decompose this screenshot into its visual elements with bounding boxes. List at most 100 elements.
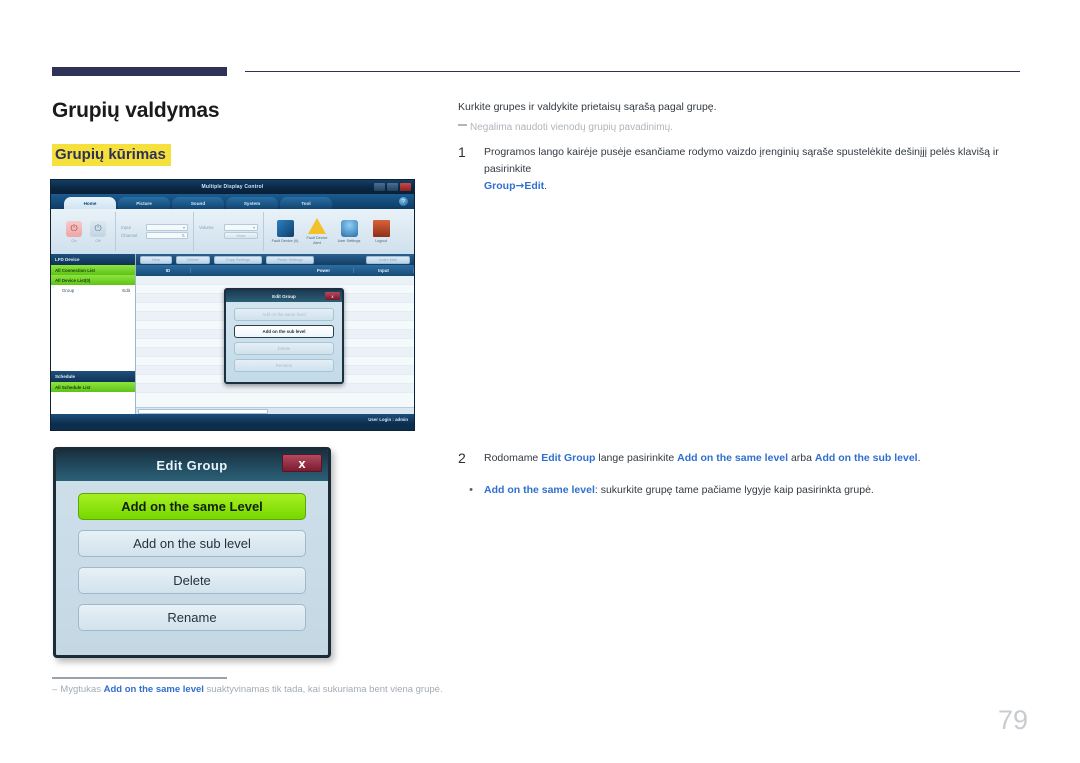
- tab-tool[interactable]: Tool: [280, 197, 332, 209]
- section-title: Grupių kūrimas: [52, 144, 171, 166]
- page-title: Grupių valdymas: [52, 99, 220, 122]
- table-row[interactable]: [136, 276, 414, 285]
- channel-stepper[interactable]: ⇅: [146, 232, 188, 239]
- tab-sound[interactable]: Sound: [172, 197, 224, 209]
- toolbar-copy-settings-button[interactable]: Copy Settings: [214, 255, 262, 264]
- step-2-text-4: .: [917, 452, 921, 464]
- inner-dialog-title-bar: Edit Group x: [226, 290, 342, 302]
- help-icon[interactable]: ?: [399, 197, 408, 206]
- status-user-login: User Login : admin: [368, 417, 408, 422]
- step-2-bold-3: Add on the sub level: [814, 452, 918, 464]
- power-on-icon[interactable]: ⏻: [66, 220, 82, 237]
- tab-system[interactable]: System: [226, 197, 278, 209]
- bullet-bold-1: Add on the same level: [484, 484, 595, 496]
- fault-device-alert-icon: [308, 218, 326, 235]
- user-settings-button[interactable]: User Settings: [335, 219, 363, 243]
- scrollbar-thumb[interactable]: [138, 408, 268, 414]
- fault-device-alert-button[interactable]: Fault Device Alert: [303, 218, 331, 245]
- add-on-same-level-button[interactable]: Add on the same Level: [78, 493, 306, 520]
- toolbar-delete-button[interactable]: Delete: [176, 255, 210, 264]
- sidebar-header-schedule[interactable]: Schedule: [51, 371, 135, 382]
- note-dash: [458, 124, 467, 126]
- column-header-power[interactable]: Power: [294, 268, 354, 273]
- sidebar-item-group[interactable]: Group Edit: [51, 285, 135, 296]
- sidebar-item-all-device-list[interactable]: All Device List(0): [51, 275, 135, 285]
- edit-group-dialog: Edit Group x Add on the same Level Add o…: [53, 447, 331, 658]
- logout-label: Logout: [375, 238, 387, 243]
- bullet-item-1: • Add on the same level: sukurkite grupę…: [458, 482, 1023, 500]
- step-1-text: Programos lango kairėje pusėje esančiame…: [484, 144, 1023, 195]
- toolbar-paste-settings-button[interactable]: Paste Settings: [266, 255, 314, 264]
- footnote-rule: [52, 677, 227, 679]
- inner-dialog-buttons: Add on the same level Add on the sub lev…: [226, 302, 342, 382]
- grid-column-headers: ID Power Input: [136, 265, 414, 276]
- column-header-id[interactable]: ID: [146, 268, 191, 273]
- mute-button[interactable]: Mute: [224, 232, 258, 239]
- step-1-link-group[interactable]: Group: [484, 180, 516, 192]
- logout-button[interactable]: Logout: [367, 219, 395, 243]
- inner-add-sub-level-button[interactable]: Add on the sub level: [234, 325, 334, 338]
- ribbon-group-tools: Fault Device (0) Fault Device Alert User…: [264, 212, 402, 251]
- inner-edit-group-dialog: Edit Group x Add on the same level Add o…: [224, 288, 344, 384]
- step-2-bold-2: Add on the same level: [677, 452, 789, 464]
- power-on-control[interactable]: ⏻ On: [62, 220, 86, 243]
- add-on-sub-level-button[interactable]: Add on the sub level: [78, 530, 306, 557]
- footnote-text-1: Mygtukas: [60, 684, 104, 695]
- close-icon[interactable]: [400, 183, 411, 191]
- inner-delete-button[interactable]: Delete: [234, 342, 334, 355]
- device-grid[interactable]: Edit Group x Add on the same level Add o…: [136, 276, 414, 414]
- mdc-window-title: Multiple Display Control: [201, 184, 264, 190]
- inner-dialog-title: Edit Group: [272, 293, 296, 299]
- sidebar-group-edit-link[interactable]: Edit: [122, 288, 130, 293]
- power-off-icon[interactable]: ⏻: [90, 220, 106, 237]
- page-number: 79: [997, 705, 1028, 735]
- sidebar-item-all-schedule-list[interactable]: All Schedule List: [51, 382, 135, 392]
- inner-rename-button[interactable]: Rename: [234, 359, 334, 372]
- intro-text: Kurkite grupes ir valdykite prietaisų są…: [458, 101, 717, 113]
- step-1-link-edit[interactable]: Edit: [524, 180, 544, 192]
- inner-dialog-close-icon[interactable]: x: [325, 292, 340, 300]
- step-2-bold-1: Edit Group: [541, 452, 596, 464]
- toolbar-index-mail-button[interactable]: Index Mail: [366, 255, 410, 264]
- table-row[interactable]: [136, 384, 414, 393]
- power-off-control[interactable]: ⏻ Off: [86, 220, 110, 243]
- toolbar-new-button[interactable]: New: [140, 255, 172, 264]
- step-2-number: 2: [458, 450, 466, 466]
- delete-button[interactable]: Delete: [78, 567, 306, 594]
- step-1-period: .: [544, 180, 548, 192]
- mdc-title-bar: Multiple Display Control: [51, 180, 414, 194]
- power-on-label: On: [71, 237, 77, 243]
- header-rule-line: [245, 71, 1020, 72]
- fault-device-button[interactable]: Fault Device (0): [271, 219, 299, 243]
- maximize-icon[interactable]: [387, 183, 398, 191]
- volume-label: Volume: [199, 225, 214, 230]
- volume-select[interactable]: ▾: [224, 224, 258, 231]
- edit-group-close-icon[interactable]: x: [282, 454, 322, 472]
- sidebar-item-all-connection-list[interactable]: All Connection List: [51, 265, 135, 275]
- grid-horizontal-scrollbar[interactable]: [136, 407, 414, 414]
- ribbon-group-input: Input ▾ Channel ⇅: [116, 212, 194, 251]
- minimize-icon[interactable]: [374, 183, 385, 191]
- step-1-arrow: →: [515, 180, 525, 192]
- fault-device-alert-label: Fault Device Alert: [306, 236, 328, 245]
- sidebar-header-lfd[interactable]: LFD Device: [51, 254, 135, 265]
- edit-group-button-list: Add on the same Level Add on the sub lev…: [56, 481, 328, 655]
- tab-home[interactable]: Home: [64, 197, 116, 209]
- step-2-text: Rodomame Edit Group lange pasirinkite Ad…: [484, 450, 1023, 468]
- step-2-text-3: arba: [788, 452, 815, 464]
- input-select[interactable]: ▾: [146, 224, 188, 231]
- user-settings-label: User Settings: [337, 238, 361, 243]
- volume-field-row: Volume ▾: [199, 224, 258, 231]
- column-header-input[interactable]: Input: [354, 268, 414, 273]
- rename-button[interactable]: Rename: [78, 604, 306, 631]
- edit-group-title-bar: Edit Group x: [56, 450, 328, 481]
- mdc-ribbon: ⏻ On ⏻ Off Input ▾ Channel ⇅ Volume ▾ Mu…: [51, 209, 414, 254]
- mdc-body: LFD Device All Connection List All Devic…: [51, 254, 414, 414]
- ribbon-group-volume: Volume ▾ Mute: [194, 212, 264, 251]
- footnote-dash: –: [52, 684, 58, 695]
- input-field-row: Input ▾: [121, 224, 188, 231]
- logout-icon: [372, 219, 390, 237]
- tab-picture[interactable]: Picture: [118, 197, 170, 209]
- bullet-text-1: : sukurkite grupę tame pačiame lygyje ka…: [594, 484, 874, 496]
- inner-add-same-level-button[interactable]: Add on the same level: [234, 308, 334, 321]
